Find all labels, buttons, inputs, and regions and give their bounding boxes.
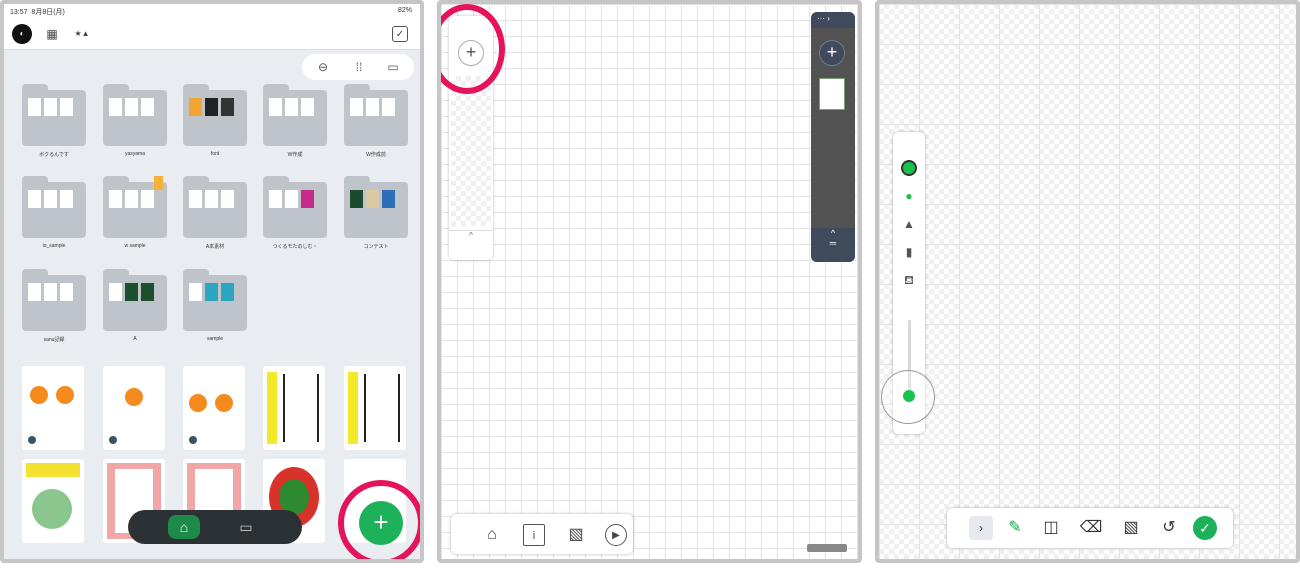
fill-icon[interactable]: ⛾	[901, 272, 917, 288]
folder-label: ボクるんです	[39, 152, 69, 158]
add-button[interactable]: +	[359, 501, 403, 545]
folder-label: font	[210, 151, 220, 157]
drawing-screen: ● ▲ ▮ ⛾ › ✎ ◫ ⌫ ▧ ↺ ✓	[875, 0, 1300, 563]
add-page-button[interactable]: +	[819, 40, 845, 66]
folder[interactable]: W作成前	[344, 84, 408, 158]
folder[interactable]: w sample	[103, 176, 167, 249]
layer-icon[interactable]: ▧	[1119, 516, 1143, 540]
artwork-card[interactable]	[344, 366, 406, 450]
canvas-grid	[441, 4, 858, 559]
slider-knob[interactable]	[903, 390, 915, 402]
history-icon[interactable]: ↺	[1157, 516, 1181, 540]
folder[interactable]: W作成	[263, 84, 327, 158]
bookmark-icon	[154, 176, 163, 190]
artwork-card[interactable]	[22, 366, 84, 450]
expand-icon[interactable]: ›	[969, 516, 993, 540]
select-icon[interactable]: ✓	[392, 26, 408, 42]
scroll-indicator	[807, 544, 847, 552]
folder[interactable]: sanu記録	[22, 269, 86, 343]
folder[interactable]: A	[103, 269, 167, 342]
done-button[interactable]: ✓	[1193, 516, 1217, 540]
library-screen: 13:57 8月8日(月) 82% ◐ ▦ ★▲ ✓ ⊖ ⁞⁞ ▭ ボクるんです…	[0, 0, 424, 563]
folder[interactable]: sample	[183, 269, 247, 342]
artwork-card[interactable]	[103, 366, 165, 450]
brush-size-icon[interactable]: ●	[901, 188, 917, 204]
opacity-icon[interactable]: ▮	[901, 244, 917, 260]
status-date: 8月8日(月)	[31, 9, 65, 16]
panel-header: ··· ›	[811, 12, 855, 28]
status-battery: 82%	[397, 7, 412, 14]
folder[interactable]: yasyama	[103, 84, 167, 157]
status-bar: 13:57 8月8日(月) 82%	[4, 4, 420, 18]
layer-icon[interactable]: ▧	[565, 524, 587, 546]
app-logo[interactable]: ◐	[12, 24, 32, 44]
folder[interactable]: コンテスト	[344, 176, 408, 250]
artwork-card[interactable]	[263, 366, 325, 450]
panel-footer[interactable]: ^ ═	[811, 228, 855, 262]
page-strip	[451, 76, 491, 226]
qr-icon[interactable]: ▦	[44, 26, 60, 42]
folder-label: io_sample	[42, 243, 66, 249]
folder-label: sanu記録	[43, 337, 65, 343]
shape-icon[interactable]: ◫	[1039, 516, 1063, 540]
canvas-screen: + ^ ··· › + ^ ═ ⌂ i ▧ ▶	[437, 0, 862, 563]
new-folder-icon[interactable]: ▭	[384, 59, 402, 75]
folder-label: yasyama	[124, 151, 145, 157]
grid-view-icon[interactable]: ⁞⁞	[350, 59, 368, 75]
eraser-icon[interactable]: ⌫	[1079, 516, 1103, 540]
collapse-icon[interactable]: ^	[449, 230, 493, 242]
folder[interactable]: io_sample	[22, 176, 86, 249]
folder-label: w sample	[124, 243, 146, 249]
info-icon[interactable]: i	[523, 524, 545, 546]
folder-label: A本素材	[205, 244, 225, 250]
page-thumbnails-panel: ··· › + ^ ═	[811, 12, 855, 262]
brush-panel: ● ▲ ▮ ⛾	[881, 132, 935, 434]
pen-tip-icon[interactable]: ▲	[901, 216, 917, 232]
sort-icon[interactable]: ★▲	[74, 26, 90, 42]
play-icon[interactable]: ▶	[605, 524, 627, 546]
status-time: 13:57	[10, 9, 28, 16]
folder[interactable]: A本素材	[183, 176, 247, 250]
pencil-icon[interactable]: ✎	[1003, 516, 1027, 540]
canvas-grid	[879, 4, 1296, 559]
canvas-toolbar: ⌂ i ▧ ▶	[451, 514, 633, 554]
home-icon[interactable]: ⌂	[481, 524, 503, 546]
folder-label: sample	[206, 336, 224, 342]
folder-label: W作成前	[366, 152, 386, 158]
library-topbar: ◐ ▦ ★▲ ✓	[4, 18, 420, 50]
drawing-toolbar: › ✎ ◫ ⌫ ▧ ↺ ✓	[947, 508, 1233, 548]
folder-label: コンテスト	[363, 244, 389, 250]
folder-label: つくるモたのしむ・	[272, 244, 318, 250]
zoom-icon[interactable]: ⊖	[314, 59, 332, 75]
artwork-card[interactable]	[22, 459, 84, 543]
folder-label: A	[133, 336, 137, 342]
bottom-navigation: ⌂ ▭	[128, 510, 302, 544]
view-options: ⊖ ⁞⁞ ▭	[302, 54, 414, 80]
folder[interactable]: font	[183, 84, 247, 157]
home-icon[interactable]: ⌂	[168, 515, 200, 539]
folder-label: W作成	[287, 152, 303, 158]
folder[interactable]: つくるモたのしむ・	[263, 176, 327, 250]
color-picker-icon[interactable]	[901, 160, 917, 176]
folder[interactable]: ボクるんです	[22, 84, 86, 158]
archive-icon[interactable]: ▭	[230, 515, 262, 539]
page-thumbnail[interactable]	[819, 78, 845, 110]
artwork-card[interactable]	[183, 366, 245, 450]
